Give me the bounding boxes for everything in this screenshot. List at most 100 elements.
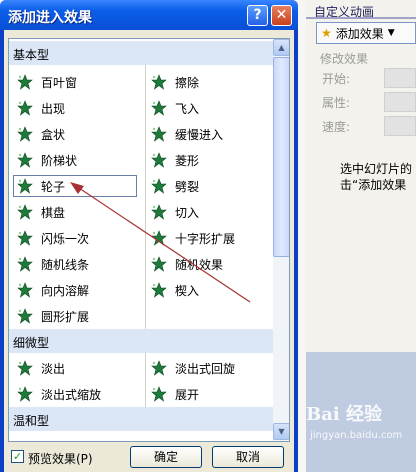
effect-star-icon <box>17 282 33 298</box>
speed-field[interactable] <box>384 116 416 136</box>
effect-star-icon <box>151 204 167 220</box>
effect-item[interactable]: 随机线条 <box>17 253 89 275</box>
effect-item-label: 劈裂 <box>175 179 200 194</box>
effect-star-icon <box>151 230 167 246</box>
group-header-subtle: 细微型 <box>9 329 273 353</box>
effect-star-icon <box>151 100 167 116</box>
effect-item-label: 淡出 <box>41 361 66 376</box>
group-header-moderate: 温和型 <box>9 407 273 431</box>
effect-star-icon <box>151 360 167 376</box>
effect-star-icon <box>17 74 33 90</box>
effect-item[interactable]: 向内溶解 <box>17 279 89 301</box>
hint-line-2: 击“添加效果 <box>340 178 407 192</box>
effect-star-icon <box>17 178 33 194</box>
effect-item-label: 淡出式回旋 <box>175 361 236 376</box>
effect-item[interactable]: 劈裂 <box>151 175 199 197</box>
effect-star-icon <box>151 178 167 194</box>
start-field[interactable] <box>384 68 416 88</box>
baidu-watermark-url: jingyan.baidu.com <box>310 430 403 441</box>
effect-item[interactable]: 十字形扩展 <box>151 227 235 249</box>
modify-effect-label: 修改效果 <box>320 52 369 66</box>
effect-star-icon <box>17 204 33 220</box>
effect-item-label: 展开 <box>175 387 200 402</box>
effect-item-label: 百叶窗 <box>41 75 78 90</box>
effect-star-icon <box>17 152 33 168</box>
effect-item-label: 切入 <box>175 205 200 220</box>
effect-star-icon <box>17 100 33 116</box>
effect-star-icon <box>151 282 167 298</box>
effect-item-label: 十字形扩展 <box>175 231 236 246</box>
cancel-button[interactable]: 取消 <box>212 446 284 468</box>
dialog-body: 基本型 细微型 温和型 百叶窗出现盒状阶梯状轮子棋盘闪烁一次随机线条向内溶解圆形… <box>4 30 294 472</box>
close-button[interactable]: ✕ <box>271 5 292 26</box>
help-button[interactable]: ? <box>247 5 268 26</box>
effect-item[interactable]: 闪烁一次 <box>17 227 89 249</box>
effect-item[interactable]: 随机效果 <box>151 253 223 275</box>
effect-item[interactable]: 出现 <box>17 97 65 119</box>
effect-item[interactable]: 阶梯状 <box>17 149 77 171</box>
effect-star-icon <box>17 256 33 272</box>
preview-checkbox[interactable]: ✓ <box>11 450 24 463</box>
effect-item-label: 随机效果 <box>175 257 224 272</box>
effect-item[interactable]: 百叶窗 <box>17 71 77 93</box>
star-icon: ★ <box>321 26 332 40</box>
scroll-up-button[interactable]: ▲ <box>273 39 289 56</box>
effect-item[interactable]: 圆形扩展 <box>17 305 89 327</box>
add-effect-label: 添加效果 <box>335 26 384 41</box>
property-field[interactable] <box>384 92 416 112</box>
effect-item[interactable]: 楔入 <box>151 279 199 301</box>
effect-item-label: 淡出式缩放 <box>41 387 102 402</box>
effect-item-label: 楔入 <box>175 283 200 298</box>
effect-star-icon <box>151 152 167 168</box>
effect-item-label: 向内溶解 <box>41 283 90 298</box>
effect-star-icon <box>17 386 33 402</box>
add-effect-button[interactable]: ★ 添加效果 ▼ <box>316 22 416 44</box>
pane-divider <box>306 17 416 19</box>
effect-star-icon <box>17 308 33 324</box>
add-entrance-effect-dialog: 添加进入效果 ? ✕ 基本型 细微型 温和型 百叶窗出现盒状阶梯状轮子棋盘闪烁一… <box>0 0 298 472</box>
dialog-footer: ✓ 预览效果(P) 确定 取消 <box>4 442 294 472</box>
hint-line-1: 选中幻灯片的 <box>340 162 413 176</box>
effect-item-label: 轮子 <box>41 179 66 194</box>
effect-star-icon <box>17 360 33 376</box>
effect-item-label: 菱形 <box>175 153 200 168</box>
effect-item[interactable]: 淡出式回旋 <box>151 357 235 379</box>
effect-star-icon <box>17 126 33 142</box>
effect-item-label: 擦除 <box>175 75 200 90</box>
effect-item[interactable]: 展开 <box>151 383 199 405</box>
effect-item-label: 闪烁一次 <box>41 231 90 246</box>
effect-item-label: 圆形扩展 <box>41 309 90 324</box>
effect-item[interactable]: 盒状 <box>17 123 65 145</box>
effect-item-label: 阶梯状 <box>41 153 78 168</box>
column-divider <box>145 65 146 329</box>
dialog-titlebar[interactable]: 添加进入效果 ? ✕ <box>0 0 298 30</box>
effect-item[interactable]: 轮子 <box>13 175 137 197</box>
scroll-thumb[interactable] <box>273 57 289 257</box>
group-header-basic: 基本型 <box>9 41 273 65</box>
effect-item-label: 出现 <box>41 101 66 116</box>
ok-button[interactable]: 确定 <box>130 446 202 468</box>
vertical-scrollbar[interactable]: ▲ ▼ <box>273 39 289 441</box>
property-label: 属性: <box>322 96 351 110</box>
effect-star-icon <box>151 256 167 272</box>
effect-item[interactable]: 飞入 <box>151 97 199 119</box>
start-label: 开始: <box>322 72 351 86</box>
effect-item[interactable]: 擦除 <box>151 71 199 93</box>
effect-star-icon <box>17 230 33 246</box>
chevron-down-icon: ▼ <box>387 28 395 38</box>
dialog-title: 添加进入效果 <box>8 10 92 26</box>
effect-item[interactable]: 淡出式缩放 <box>17 383 101 405</box>
preview-label[interactable]: 预览效果(P) <box>28 450 93 467</box>
effect-item[interactable]: 缓慢进入 <box>151 123 223 145</box>
effect-item[interactable]: 切入 <box>151 201 199 223</box>
effect-star-icon <box>151 386 167 402</box>
effect-item[interactable]: 淡出 <box>17 357 65 379</box>
effect-list[interactable]: 基本型 细微型 温和型 百叶窗出现盒状阶梯状轮子棋盘闪烁一次随机线条向内溶解圆形… <box>8 38 290 442</box>
scroll-down-button[interactable]: ▼ <box>273 423 289 440</box>
effect-item[interactable]: 棋盘 <box>17 201 65 223</box>
effect-star-icon <box>151 126 167 142</box>
effect-item[interactable]: 菱形 <box>151 149 199 171</box>
effect-star-icon <box>151 74 167 90</box>
effect-item-label: 缓慢进入 <box>175 127 224 142</box>
speed-label: 速度: <box>322 120 351 134</box>
